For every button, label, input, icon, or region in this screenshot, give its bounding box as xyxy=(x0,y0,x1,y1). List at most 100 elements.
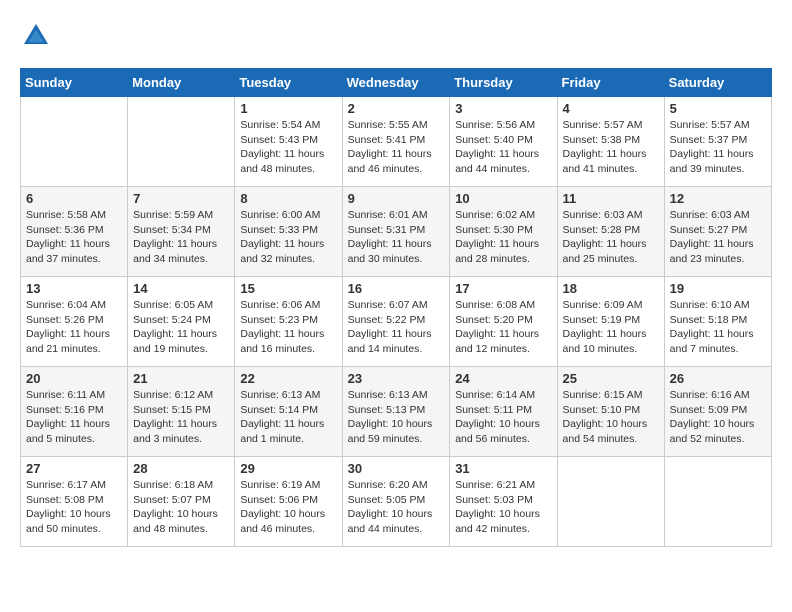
calendar-cell: 27 Sunrise: 6:17 AMSunset: 5:08 PMDayligh… xyxy=(21,457,128,547)
calendar-cell: 23 Sunrise: 6:13 AMSunset: 5:13 PMDayligh… xyxy=(342,367,450,457)
day-number: 29 xyxy=(240,461,336,476)
calendar-week-row: 6 Sunrise: 5:58 AMSunset: 5:36 PMDaylight… xyxy=(21,187,772,277)
day-number: 28 xyxy=(133,461,229,476)
calendar-cell: 25 Sunrise: 6:15 AMSunset: 5:10 PMDayligh… xyxy=(557,367,664,457)
day-info: Sunrise: 6:06 AMSunset: 5:23 PMDaylight:… xyxy=(240,298,336,357)
calendar-cell: 28 Sunrise: 6:18 AMSunset: 5:07 PMDayligh… xyxy=(128,457,235,547)
day-info: Sunrise: 6:10 AMSunset: 5:18 PMDaylight:… xyxy=(670,298,766,357)
calendar-cell: 16 Sunrise: 6:07 AMSunset: 5:22 PMDayligh… xyxy=(342,277,450,367)
day-number: 14 xyxy=(133,281,229,296)
day-number: 5 xyxy=(670,101,766,116)
calendar-cell: 29 Sunrise: 6:19 AMSunset: 5:06 PMDayligh… xyxy=(235,457,342,547)
calendar-cell: 1 Sunrise: 5:54 AMSunset: 5:43 PMDaylight… xyxy=(235,97,342,187)
calendar-cell xyxy=(557,457,664,547)
day-number: 10 xyxy=(455,191,551,206)
day-number: 16 xyxy=(348,281,445,296)
day-info: Sunrise: 6:16 AMSunset: 5:09 PMDaylight:… xyxy=(670,388,766,447)
day-info: Sunrise: 6:15 AMSunset: 5:10 PMDaylight:… xyxy=(563,388,659,447)
day-info: Sunrise: 6:09 AMSunset: 5:19 PMDaylight:… xyxy=(563,298,659,357)
day-info: Sunrise: 6:08 AMSunset: 5:20 PMDaylight:… xyxy=(455,298,551,357)
day-number: 25 xyxy=(563,371,659,386)
day-header-tuesday: Tuesday xyxy=(235,69,342,97)
day-number: 4 xyxy=(563,101,659,116)
day-number: 20 xyxy=(26,371,122,386)
day-number: 27 xyxy=(26,461,122,476)
day-number: 22 xyxy=(240,371,336,386)
calendar-cell xyxy=(128,97,235,187)
day-number: 1 xyxy=(240,101,336,116)
day-info: Sunrise: 6:11 AMSunset: 5:16 PMDaylight:… xyxy=(26,388,122,447)
calendar-cell: 22Sunrise: 6:13 AMSunset: 5:14 PMDayligh… xyxy=(235,367,342,457)
calendar-cell: 18 Sunrise: 6:09 AMSunset: 5:19 PMDayligh… xyxy=(557,277,664,367)
calendar-cell: 26 Sunrise: 6:16 AMSunset: 5:09 PMDayligh… xyxy=(664,367,771,457)
day-info: Sunrise: 5:54 AMSunset: 5:43 PMDaylight:… xyxy=(240,118,336,177)
day-number: 30 xyxy=(348,461,445,476)
calendar-cell: 30 Sunrise: 6:20 AMSunset: 5:05 PMDayligh… xyxy=(342,457,450,547)
calendar-week-row: 1 Sunrise: 5:54 AMSunset: 5:43 PMDaylight… xyxy=(21,97,772,187)
day-info: Sunrise: 6:03 AMSunset: 5:27 PMDaylight:… xyxy=(670,208,766,267)
day-info: Sunrise: 6:04 AMSunset: 5:26 PMDaylight:… xyxy=(26,298,122,357)
day-info: Sunrise: 6:01 AMSunset: 5:31 PMDaylight:… xyxy=(348,208,445,267)
day-number: 9 xyxy=(348,191,445,206)
calendar-cell: 14 Sunrise: 6:05 AMSunset: 5:24 PMDayligh… xyxy=(128,277,235,367)
day-info: Sunrise: 5:59 AMSunset: 5:34 PMDaylight:… xyxy=(133,208,229,267)
day-info: Sunrise: 6:17 AMSunset: 5:08 PMDaylight:… xyxy=(26,478,122,537)
day-info: Sunrise: 6:14 AMSunset: 5:11 PMDaylight:… xyxy=(455,388,551,447)
calendar-cell: 3 Sunrise: 5:56 AMSunset: 5:40 PMDaylight… xyxy=(450,97,557,187)
day-info: Sunrise: 6:21 AMSunset: 5:03 PMDaylight:… xyxy=(455,478,551,537)
day-info: Sunrise: 6:05 AMSunset: 5:24 PMDaylight:… xyxy=(133,298,229,357)
calendar-header-row: SundayMondayTuesdayWednesdayThursdayFrid… xyxy=(21,69,772,97)
day-header-monday: Monday xyxy=(128,69,235,97)
day-info: Sunrise: 6:12 AMSunset: 5:15 PMDaylight:… xyxy=(133,388,229,447)
calendar-cell: 8Sunrise: 6:00 AMSunset: 5:33 PMDaylight… xyxy=(235,187,342,277)
calendar-cell: 7 Sunrise: 5:59 AMSunset: 5:34 PMDaylight… xyxy=(128,187,235,277)
day-number: 18 xyxy=(563,281,659,296)
day-info: Sunrise: 5:58 AMSunset: 5:36 PMDaylight:… xyxy=(26,208,122,267)
day-number: 6 xyxy=(26,191,122,206)
calendar-cell: 17 Sunrise: 6:08 AMSunset: 5:20 PMDayligh… xyxy=(450,277,557,367)
calendar-table: SundayMondayTuesdayWednesdayThursdayFrid… xyxy=(20,68,772,547)
day-info: Sunrise: 6:07 AMSunset: 5:22 PMDaylight:… xyxy=(348,298,445,357)
calendar-week-row: 27 Sunrise: 6:17 AMSunset: 5:08 PMDayligh… xyxy=(21,457,772,547)
day-header-friday: Friday xyxy=(557,69,664,97)
day-number: 2 xyxy=(348,101,445,116)
day-number: 26 xyxy=(670,371,766,386)
day-number: 12 xyxy=(670,191,766,206)
day-info: Sunrise: 6:00 AMSunset: 5:33 PMDaylight:… xyxy=(240,208,336,267)
calendar-cell: 21 Sunrise: 6:12 AMSunset: 5:15 PMDayligh… xyxy=(128,367,235,457)
logo xyxy=(20,20,56,52)
day-info: Sunrise: 5:56 AMSunset: 5:40 PMDaylight:… xyxy=(455,118,551,177)
day-info: Sunrise: 5:55 AMSunset: 5:41 PMDaylight:… xyxy=(348,118,445,177)
calendar-cell: 15 Sunrise: 6:06 AMSunset: 5:23 PMDayligh… xyxy=(235,277,342,367)
day-info: Sunrise: 6:02 AMSunset: 5:30 PMDaylight:… xyxy=(455,208,551,267)
calendar-cell xyxy=(21,97,128,187)
day-number: 3 xyxy=(455,101,551,116)
day-info: Sunrise: 5:57 AMSunset: 5:38 PMDaylight:… xyxy=(563,118,659,177)
calendar-cell: 24Sunrise: 6:14 AMSunset: 5:11 PMDayligh… xyxy=(450,367,557,457)
day-info: Sunrise: 6:19 AMSunset: 5:06 PMDaylight:… xyxy=(240,478,336,537)
day-header-thursday: Thursday xyxy=(450,69,557,97)
day-number: 13 xyxy=(26,281,122,296)
day-number: 15 xyxy=(240,281,336,296)
day-number: 17 xyxy=(455,281,551,296)
day-header-wednesday: Wednesday xyxy=(342,69,450,97)
calendar-cell: 10 Sunrise: 6:02 AMSunset: 5:30 PMDayligh… xyxy=(450,187,557,277)
day-info: Sunrise: 6:20 AMSunset: 5:05 PMDaylight:… xyxy=(348,478,445,537)
calendar-week-row: 13 Sunrise: 6:04 AMSunset: 5:26 PMDayligh… xyxy=(21,277,772,367)
calendar-cell xyxy=(664,457,771,547)
calendar-cell: 12 Sunrise: 6:03 AMSunset: 5:27 PMDayligh… xyxy=(664,187,771,277)
day-header-saturday: Saturday xyxy=(664,69,771,97)
day-info: Sunrise: 6:18 AMSunset: 5:07 PMDaylight:… xyxy=(133,478,229,537)
calendar-cell: 13 Sunrise: 6:04 AMSunset: 5:26 PMDayligh… xyxy=(21,277,128,367)
calendar-cell: 6 Sunrise: 5:58 AMSunset: 5:36 PMDaylight… xyxy=(21,187,128,277)
day-number: 7 xyxy=(133,191,229,206)
calendar-cell: 20 Sunrise: 6:11 AMSunset: 5:16 PMDayligh… xyxy=(21,367,128,457)
calendar-cell: 4 Sunrise: 5:57 AMSunset: 5:38 PMDaylight… xyxy=(557,97,664,187)
day-number: 31 xyxy=(455,461,551,476)
day-number: 23 xyxy=(348,371,445,386)
calendar-cell: 31 Sunrise: 6:21 AMSunset: 5:03 PMDayligh… xyxy=(450,457,557,547)
day-info: Sunrise: 6:13 AMSunset: 5:13 PMDaylight:… xyxy=(348,388,445,447)
day-number: 21 xyxy=(133,371,229,386)
calendar-week-row: 20 Sunrise: 6:11 AMSunset: 5:16 PMDayligh… xyxy=(21,367,772,457)
day-number: 19 xyxy=(670,281,766,296)
